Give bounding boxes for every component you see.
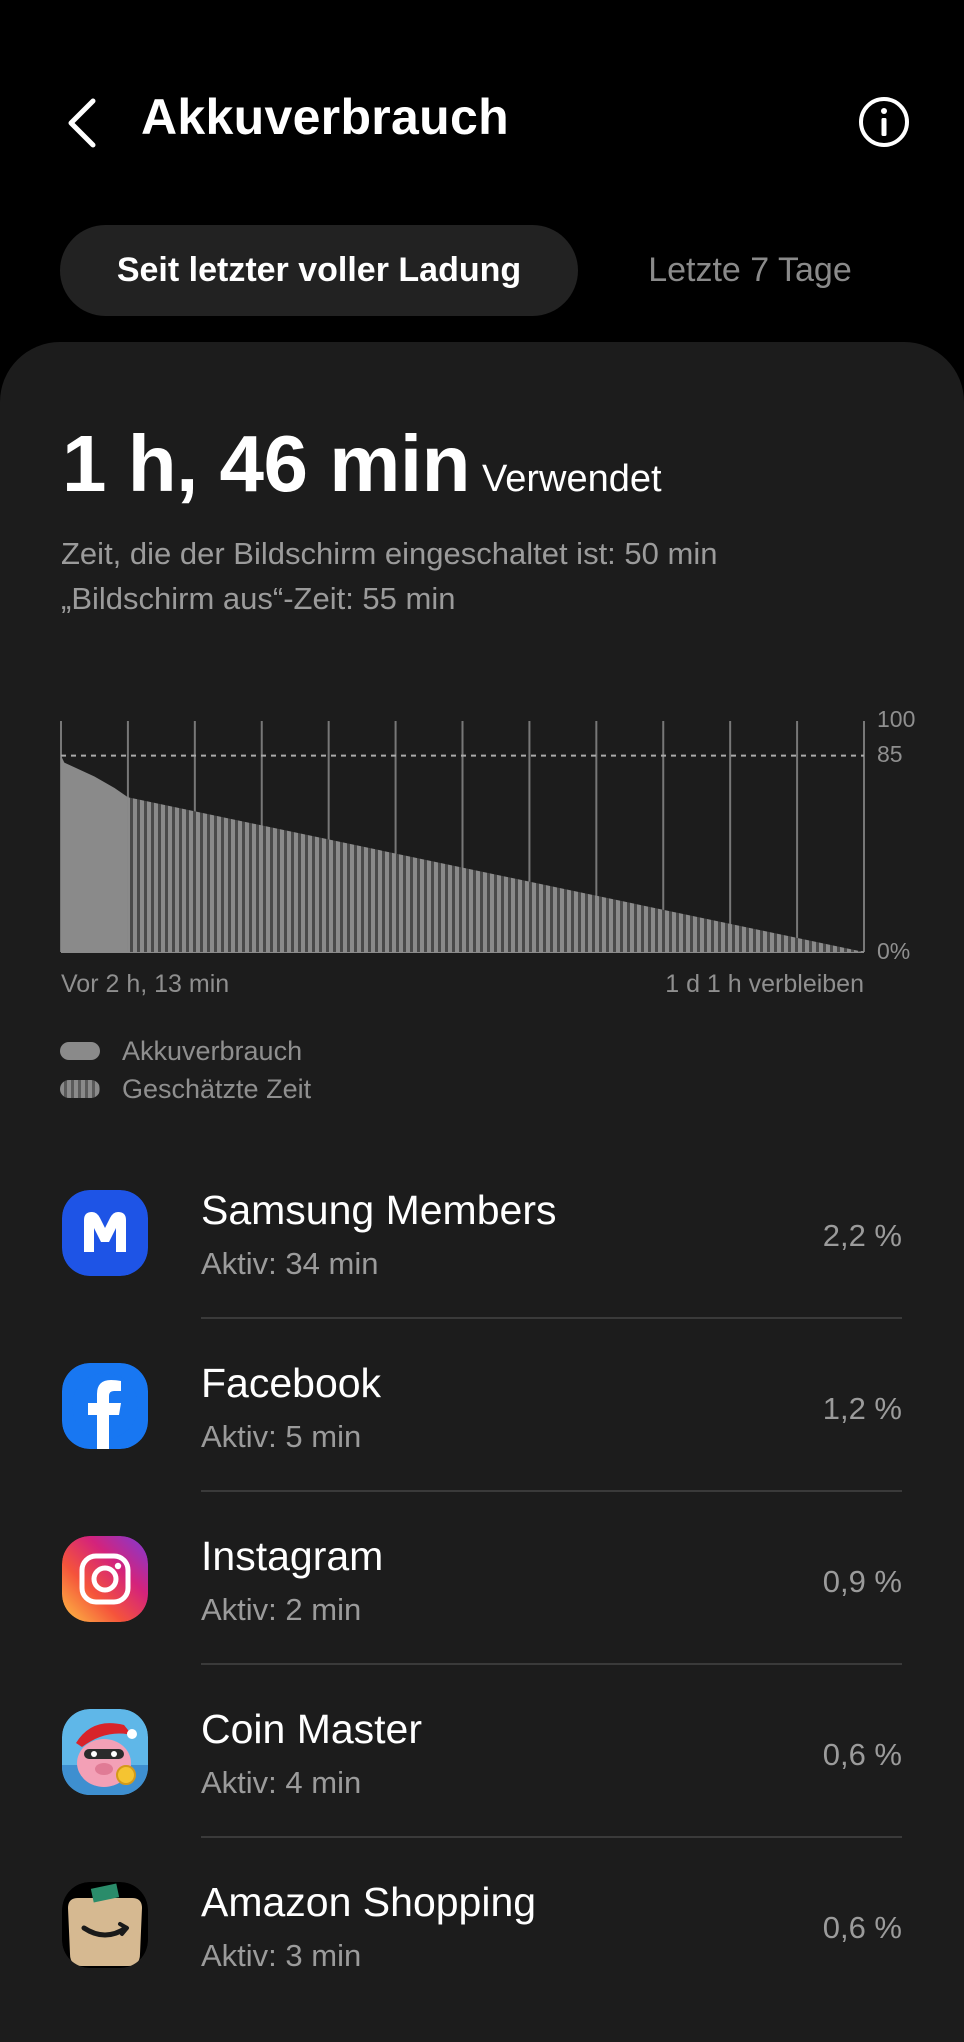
tab-since-last-charge[interactable]: Seit letzter voller Ladung xyxy=(60,225,578,316)
info-button[interactable] xyxy=(854,92,914,152)
app-active-time: Aktiv: 34 min xyxy=(201,1246,379,1281)
app-usage-percent: 0,9 % xyxy=(822,1564,902,1599)
page-title: Akkuverbrauch xyxy=(141,89,509,145)
app-active-time: Aktiv: 5 min xyxy=(201,1419,362,1454)
app-row-facebook[interactable]: Facebook Aktiv: 5 min 1,2 % xyxy=(0,1319,964,1492)
app-row-coin-master[interactable]: Coin Master Aktiv: 4 min 0,6 % xyxy=(0,1665,964,1838)
samsung-members-icon xyxy=(62,1190,148,1276)
usage-time: 1 h, 46 min xyxy=(62,419,470,508)
x-label-end: 1 d 1 h verbleiben xyxy=(665,970,864,998)
coin-master-icon xyxy=(62,1709,148,1795)
app-active-time: Aktiv: 3 min xyxy=(201,1938,362,1973)
app-usage-percent: 0,6 % xyxy=(822,1737,902,1772)
period-tabs: Seit letzter voller Ladung Letzte 7 Tage xyxy=(60,225,910,317)
chart-legend: Akkuverbrauch Geschätzte Zeit xyxy=(60,1032,311,1108)
battery-chart: 100 85 0% Vor 2 h, 13 min 1 d 1 h verble… xyxy=(60,706,915,998)
app-usage-percent: 1,2 % xyxy=(822,1391,902,1426)
app-name: Amazon Shopping xyxy=(201,1879,537,1925)
app-row-instagram[interactable]: Instagram Aktiv: 2 min 0,9 % xyxy=(0,1492,964,1665)
usage-label: Verwendet xyxy=(481,458,662,500)
app-name: Coin Master xyxy=(201,1706,423,1752)
legend-item-usage: Akkuverbrauch xyxy=(60,1032,311,1070)
top-app-bar: Akkuverbrauch xyxy=(0,0,964,220)
legend-label: Geschätzte Zeit xyxy=(122,1073,312,1104)
app-name: Facebook xyxy=(201,1360,382,1406)
usage-summary: 1 h, 46 min Verwendet xyxy=(62,418,662,510)
app-usage-percent: 2,2 % xyxy=(822,1218,902,1253)
app-row-samsung-members[interactable]: Samsung Members Aktiv: 34 min 2,2 % xyxy=(0,1146,964,1319)
app-name: Samsung Members xyxy=(201,1187,557,1233)
chevron-left-icon xyxy=(68,98,96,148)
app-row-amazon-shopping[interactable]: Amazon Shopping Aktiv: 3 min 0,6 % xyxy=(0,1838,964,2011)
app-usage-list: Samsung Members Aktiv: 34 min 2,2 % Face… xyxy=(0,1146,964,2011)
screen-on-time: Zeit, die der Bildschirm eingeschaltet i… xyxy=(61,536,718,571)
battery-usage-area xyxy=(61,755,128,952)
legend-swatch-solid xyxy=(60,1042,100,1060)
amazon-shopping-icon xyxy=(62,1882,148,1968)
y-tick-label-bottom: 0% xyxy=(877,938,910,964)
legend-item-estimate: Geschätzte Zeit xyxy=(60,1070,311,1108)
app-active-time: Aktiv: 2 min xyxy=(201,1592,362,1627)
estimated-time-area xyxy=(127,797,864,952)
back-button[interactable] xyxy=(52,88,112,158)
app-name: Instagram xyxy=(201,1533,384,1579)
screen-off-time: „Bildschirm aus“-Zeit: 55 min xyxy=(61,581,456,616)
instagram-icon xyxy=(62,1536,148,1622)
y-tick-label-reference: 85 xyxy=(877,741,903,767)
info-icon xyxy=(859,97,909,147)
legend-label: Akkuverbrauch xyxy=(122,1035,303,1066)
x-label-start: Vor 2 h, 13 min xyxy=(61,970,229,998)
facebook-icon xyxy=(62,1363,148,1449)
y-tick-label-top: 100 xyxy=(877,706,915,732)
app-usage-percent: 0,6 % xyxy=(822,1910,902,1945)
app-active-time: Aktiv: 4 min xyxy=(201,1765,362,1800)
legend-swatch-striped xyxy=(60,1080,100,1098)
tab-last-7-days[interactable]: Letzte 7 Tage xyxy=(590,225,910,316)
